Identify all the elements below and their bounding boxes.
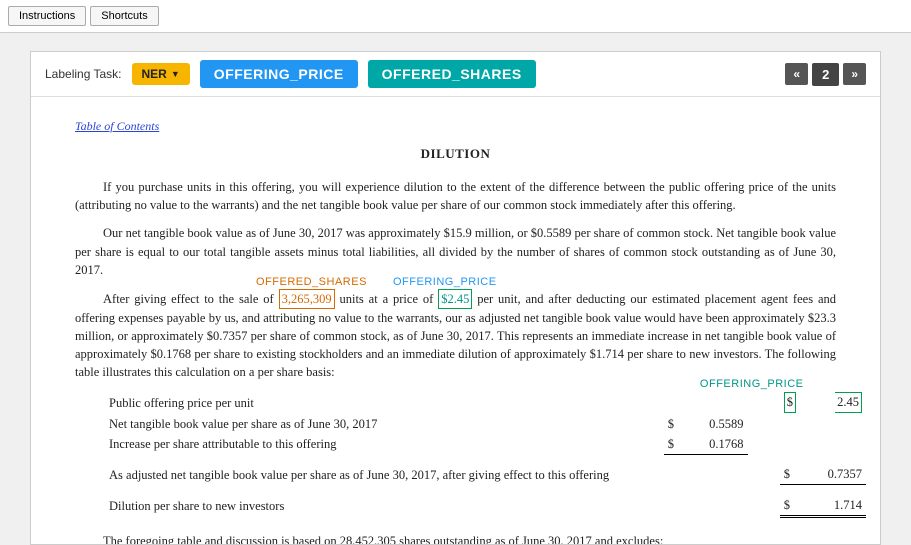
annotation-offering-price-table[interactable]: $ bbox=[784, 392, 796, 412]
annotation-label-offering-price: OFFERING_PRICE bbox=[393, 275, 497, 291]
table-row: Net tangible book value per share as of … bbox=[105, 414, 866, 434]
tag-offered-shares[interactable]: OFFERED_SHARES bbox=[368, 60, 536, 88]
annotation-label-offered-shares: OFFERED_SHARES bbox=[256, 275, 367, 291]
currency-symbol: $ bbox=[664, 434, 683, 455]
row-label: Dilution per share to new investors bbox=[105, 495, 664, 517]
workspace: Labeling Task: NER ▼ OFFERING_PRICE OFFE… bbox=[0, 33, 911, 545]
pager-prev-button[interactable]: « bbox=[785, 63, 808, 85]
annotation-offering-price-value[interactable]: 2.45 bbox=[835, 392, 862, 412]
annotation-offering-price[interactable]: $2.45 bbox=[438, 289, 472, 309]
labeling-panel: Labeling Task: NER ▼ OFFERING_PRICE OFFE… bbox=[30, 51, 881, 545]
row-value: 0.5589 bbox=[683, 414, 747, 434]
paragraph-3-container: OFFERED_SHARES OFFERING_PRICE After givi… bbox=[75, 289, 836, 382]
currency-symbol: $ bbox=[780, 495, 802, 517]
pager-next-button[interactable]: » bbox=[843, 63, 866, 85]
ner-dropdown[interactable]: NER ▼ bbox=[132, 63, 190, 85]
caret-down-icon: ▼ bbox=[171, 69, 180, 79]
currency-symbol: $ bbox=[780, 464, 802, 485]
tag-offering-price[interactable]: OFFERING_PRICE bbox=[200, 60, 358, 88]
document-viewer[interactable]: Table of Contents DILUTION If you purcha… bbox=[31, 97, 880, 544]
dilution-table: Public offering price per unit OFFERING_… bbox=[105, 391, 866, 518]
table-row: Public offering price per unit OFFERING_… bbox=[105, 391, 866, 413]
doc-title: DILUTION bbox=[75, 145, 836, 164]
row-label: Net tangible book value per share as of … bbox=[105, 414, 664, 434]
paragraph-3[interactable]: After giving effect to the sale of 3,265… bbox=[75, 289, 836, 382]
pager-page-number: 2 bbox=[812, 63, 839, 86]
paragraph-4[interactable]: The foregoing table and discussion is ba… bbox=[75, 532, 836, 544]
annotation-label-offering-price-table: OFFERING_PRICE bbox=[700, 377, 804, 393]
row-label: Public offering price per unit bbox=[105, 391, 664, 413]
annotation-offered-shares[interactable]: 3,265,309 bbox=[279, 289, 335, 309]
row-label: As adjusted net tangible book value per … bbox=[105, 464, 664, 485]
task-bar: Labeling Task: NER ▼ OFFERING_PRICE OFFE… bbox=[31, 52, 880, 97]
table-row: As adjusted net tangible book value per … bbox=[105, 464, 866, 485]
pager: « 2 » bbox=[785, 63, 866, 86]
task-label: Labeling Task: bbox=[45, 67, 122, 81]
row-value: 0.1768 bbox=[683, 434, 747, 455]
row-value: 0.7357 bbox=[802, 464, 867, 485]
ner-dropdown-label: NER bbox=[142, 67, 167, 81]
instructions-button[interactable]: Instructions bbox=[8, 6, 86, 26]
paragraph-1[interactable]: If you purchase units in this offering, … bbox=[75, 178, 836, 214]
table-row: Dilution per share to new investors $ 1.… bbox=[105, 495, 866, 517]
row-value: 1.714 bbox=[802, 495, 867, 517]
p3-text-mid: units at a price of bbox=[335, 292, 439, 306]
shortcuts-button[interactable]: Shortcuts bbox=[90, 6, 158, 26]
p3-text-pre: After giving effect to the sale of bbox=[103, 292, 279, 306]
table-row: Increase per share attributable to this … bbox=[105, 434, 866, 455]
toc-link[interactable]: Table of Contents bbox=[75, 119, 159, 133]
row-label: Increase per share attributable to this … bbox=[105, 434, 664, 455]
paragraph-2[interactable]: Our net tangible book value as of June 3… bbox=[75, 224, 836, 278]
currency-symbol: $ bbox=[664, 414, 683, 434]
app-toolbar: Instructions Shortcuts bbox=[0, 0, 911, 33]
